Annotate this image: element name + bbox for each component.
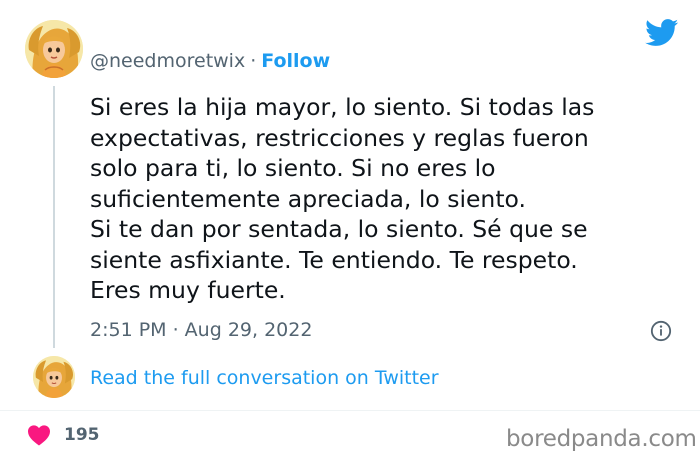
author-avatar-small[interactable] [33,356,75,398]
read-conversation-link[interactable]: Read the full conversation on Twitter [90,366,439,390]
twitter-bird-icon[interactable] [645,19,679,47]
heart-icon[interactable] [27,424,51,446]
like-count: 195 [64,425,100,445]
header-separator: · [250,50,257,72]
info-icon[interactable] [650,320,672,342]
footer-divider [0,410,700,411]
tweet-timestamp[interactable]: 2:51 PM · Aug 29, 2022 [90,318,312,342]
tweet-text-line: Si te dan por sentada, lo siento. Sé que… [90,215,588,243]
cartoon-fairy-avatar-icon [25,20,83,78]
source-watermark: boredpanda.com [506,426,697,452]
tweet-text-line: suficientemente apreciada, lo siento. [90,184,526,213]
tweet-text-line: Si eres la hija mayor, lo siento. Si tod… [90,93,595,121]
cartoon-fairy-avatar-icon [33,356,75,398]
author-avatar[interactable] [25,20,83,78]
tweet-text-line: siente asfixiante. Te entiendo. Te respe… [90,245,578,274]
thread-connector-line [53,86,55,348]
tweet-text-line: expectativas, restricciones y reglas fue… [90,123,589,152]
tweet-header: @needmoretwix · Follow [90,49,330,73]
tweet-text-line: Eres muy fuerte. [90,276,286,304]
follow-button[interactable]: Follow [261,50,330,72]
author-handle[interactable]: @needmoretwix [90,50,245,72]
tweet-text: Si eres la hija mayor, lo siento. Si tod… [90,92,650,306]
tweet-text-line: solo para ti, lo siento. Si no eres lo [90,154,496,182]
